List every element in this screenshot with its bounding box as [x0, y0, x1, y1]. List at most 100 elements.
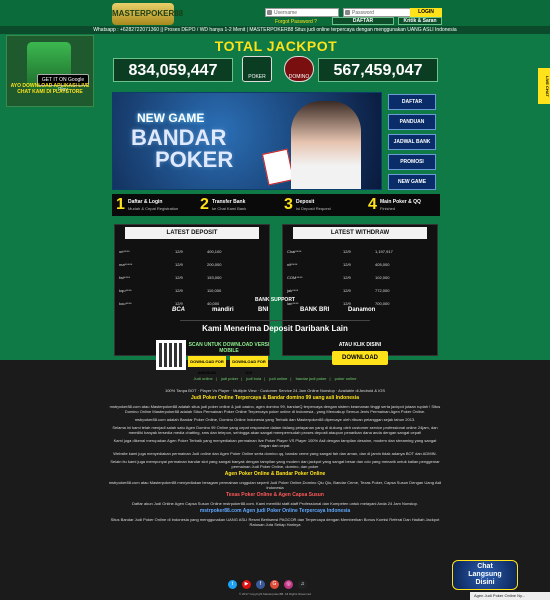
deposit-info-text: Kami Menerima Deposit Daribank Lain — [202, 324, 348, 333]
row-amount: 772,000 — [375, 288, 390, 293]
footer-link[interactable]: bandar judi poker — [296, 376, 327, 381]
username-placeholder: Username — [274, 10, 298, 16]
row-amount: 153,000 — [207, 275, 222, 280]
atau-klik-label: ATAU KLIK DISINI — [338, 342, 382, 348]
step-4: 4 Main Poker & QQ Finished — [364, 194, 444, 216]
youtube-icon[interactable]: ▶ — [242, 580, 251, 589]
row-date: 12/9 — [343, 262, 351, 267]
twitter-icon[interactable]: t — [228, 580, 237, 589]
mandiri-logo: mandiri — [212, 307, 234, 313]
tiktok-icon[interactable]: ♫ — [298, 580, 307, 589]
paragraph: mstrpoker88.com atau Masterpoker88 adala… — [109, 404, 441, 414]
row-user: COM**** — [287, 275, 303, 280]
register-button[interactable]: DAFTAR — [332, 17, 394, 25]
livechat-line: Disini — [475, 579, 495, 586]
lock-icon — [345, 10, 350, 15]
paragraph: Kami juga dikenal merupakan Agen Poker T… — [113, 438, 437, 448]
forgot-password-link[interactable]: Forgot Password ? — [275, 19, 317, 25]
row-amount: 102,000 — [375, 275, 390, 280]
banner-line-1: NEW GAME — [137, 111, 205, 125]
latest-deposit-table: LATEST DEPOSIT ori**** 12/9 400,100 ma****… — [114, 224, 270, 356]
step-subtitle: ke Chat Kami Bank — [212, 206, 247, 211]
step-2: 2 Transfer Bank ke Chat Kami Bank — [196, 194, 276, 216]
download-button[interactable]: DOWNLOAD — [332, 351, 388, 365]
app-promo-image[interactable]: GET IT ON Google Play — [6, 35, 94, 107]
step-title: Main Poker & QQ — [380, 199, 421, 205]
content-heading: Agen Poker Online & Bandar Poker Online — [224, 471, 326, 477]
paragraph: Selama ini kami telah menjadi salah satu… — [112, 425, 438, 435]
paragraph: Selain itu kami juga mempunyai permainan… — [110, 459, 440, 469]
step-1: 1 Daftar & Login Mudah & Cepat Registrat… — [112, 194, 192, 216]
bank-logos: BCA mandiri BNI BANK BRI Danamon — [162, 307, 388, 319]
download-ios-button[interactable]: DOWNLOAD FOR IOS — [230, 356, 268, 375]
row-date: 12/9 — [343, 275, 351, 280]
site-logo[interactable]: MASTERPOKER88 — [112, 3, 183, 25]
row-date: 12/9 — [175, 262, 183, 267]
table-row: COM**** 12/9 102,000 — [283, 271, 437, 284]
footer-link[interactable]: Judi online — [194, 376, 213, 381]
footer-link[interactable]: judi online — [269, 376, 287, 381]
announcement-marquee: Whatsapp : +6282722071360 || Proses DEPO… — [0, 26, 550, 34]
table-row: fwi**** 12/9 153,000 — [115, 271, 269, 284]
latest-deposit-title: LATEST DEPOSIT — [125, 227, 259, 239]
paragraph: Situs Bandar Judi Poker Online di Indone… — [110, 517, 440, 527]
menu-jadwal-bank-button[interactable]: JADWAL BANK — [388, 134, 436, 150]
banner-line-3: POKER — [155, 147, 234, 172]
bri-logo: BANK BRI — [300, 307, 330, 313]
login-button[interactable]: LOGIN — [410, 8, 442, 17]
table-row: Chai**** 12/9 1,197,917 — [283, 245, 437, 258]
paragraph: mstrpoker88.com atau Masterpoker88 menye… — [108, 480, 442, 490]
row-user: ori**** — [119, 249, 130, 254]
step-3: 3 Deposit Isi Deposit Request — [280, 194, 360, 216]
content-heading: Judi Poker Online Terpercaya & Bandar do… — [190, 395, 359, 401]
page: MASTERPOKER88 Username Password LOGIN Fo… — [0, 0, 550, 600]
domino-icon: DOMINO — [284, 56, 314, 82]
content-heading: Texas Poker Online & Agen Capsa Susun — [226, 492, 324, 498]
paragraph: Daftar akun Judi Online Agen Capsa Susun… — [131, 501, 418, 506]
row-user: jak**** — [287, 288, 299, 293]
app-promo-text: AYO DOWNLOAD APLIKASI LIVE CHAT KAMI DI … — [10, 83, 90, 95]
jackpot-domino-value: 567,459,047 — [318, 58, 438, 82]
row-date: 12/9 — [175, 275, 183, 280]
facebook-icon[interactable]: f — [256, 580, 265, 589]
menu-panduan-button[interactable]: PANDUAN — [388, 114, 436, 130]
chat-tab[interactable]: Agen Judi Poker Online Ny... — [470, 592, 550, 600]
password-input[interactable]: Password — [343, 8, 417, 17]
feedback-button[interactable]: Kritik & Saran — [398, 17, 442, 25]
google-plus-icon[interactable]: G — [270, 580, 279, 589]
step-subtitle: Mudah & Cepat Registration — [128, 206, 179, 211]
row-user: nif**** — [287, 262, 298, 267]
step-number: 4 — [368, 196, 377, 213]
promo-banner[interactable]: NEW GAME BANDAR POKER — [112, 92, 382, 190]
menu-promosi-button[interactable]: PROMOSI — [388, 154, 436, 170]
row-amount: 400,100 — [207, 249, 222, 254]
steps-bar: 1 Daftar & Login Mudah & Cepat Registrat… — [112, 194, 440, 216]
content-heading: mstrpoker88.com Agen judi Poker Online T… — [199, 508, 351, 514]
live-chat-floater[interactable]: LIVE CHAT — [538, 68, 550, 104]
username-input[interactable]: Username — [265, 8, 339, 17]
footer-link[interactable]: judi bola — [246, 376, 261, 381]
step-title: Daftar & Login — [128, 199, 163, 205]
footer-link[interactable]: judi poker — [221, 376, 238, 381]
table-row: nif**** 12/9 405,000 — [283, 258, 437, 271]
step-number: 2 — [200, 196, 209, 213]
footer-link[interactable]: poker online — [335, 376, 357, 381]
row-user: Chai**** — [287, 249, 302, 254]
menu-daftar-button[interactable]: DAFTAR — [388, 94, 436, 110]
table-row: jak**** 12/9 772,000 — [283, 284, 437, 297]
live-chat-button[interactable]: Chat Langsung Disini — [452, 560, 518, 590]
row-amount: 1,197,917 — [375, 249, 393, 254]
model-image — [291, 101, 361, 189]
password-placeholder: Password — [352, 10, 374, 16]
row-amount: 110,000 — [207, 288, 222, 293]
instagram-icon[interactable]: ◎ — [284, 580, 293, 589]
copyright-text: © 2017 Copyright Masterpoker88. All Righ… — [238, 592, 312, 596]
menu-new-game-button[interactable]: NEW GAME — [388, 174, 436, 190]
qr-code-image — [156, 340, 186, 370]
jackpot-poker-value: 834,059,447 — [113, 58, 233, 82]
table-row: ma***** 12/9 200,000 — [115, 258, 269, 271]
row-date: 12/9 — [343, 288, 351, 293]
latest-withdraw-title: LATEST WITHDRAW — [293, 227, 427, 239]
download-android-button[interactable]: DOWNLOAD FOR ANDROID — [188, 356, 226, 375]
bank-support-title: BANK SUPPORT — [254, 297, 295, 303]
